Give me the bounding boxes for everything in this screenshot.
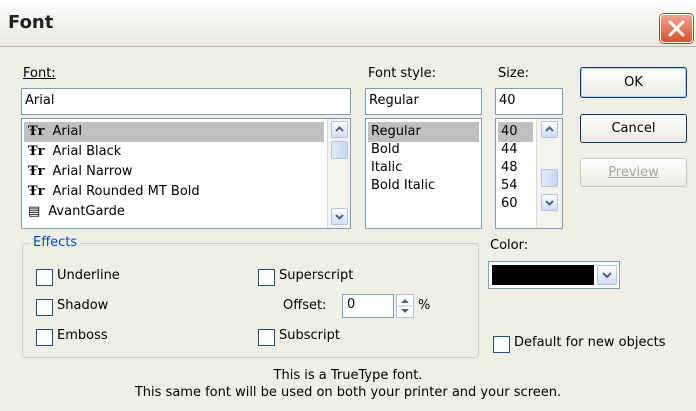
style-list-item[interactable]: Italic — [371, 158, 402, 178]
font-list-item[interactable]: Ŧr Arial — [28, 122, 82, 142]
chevron-up-icon — [545, 126, 554, 132]
window-title: Font — [8, 12, 54, 33]
font-item-label: Arial Black — [52, 144, 122, 159]
close-button[interactable] — [660, 14, 693, 43]
spin-arrows-icon — [398, 299, 412, 313]
font-info-line2: This same font will be used on both your… — [134, 385, 562, 400]
superscript-checkbox[interactable] — [258, 269, 275, 286]
color-dropdown[interactable] — [488, 261, 620, 289]
size-scrollbar[interactable] — [536, 119, 562, 228]
preview-label: Preview — [608, 165, 659, 180]
close-icon — [668, 20, 685, 37]
scroll-thumb[interactable] — [541, 169, 558, 187]
emboss-checkbox[interactable] — [36, 329, 53, 346]
font-listbox[interactable]: Ŧr Arial Ŧr Arial Black Ŧr Arial Narrow Ŧr A… — [21, 118, 351, 229]
scroll-up-button[interactable] — [331, 121, 348, 138]
emboss-label: Emboss — [57, 328, 108, 343]
font-input[interactable]: Arial — [21, 88, 351, 115]
size-list-item[interactable]: 44 — [501, 140, 518, 160]
preview-button[interactable]: Preview — [580, 158, 687, 187]
size-input[interactable]: 40 — [495, 88, 563, 115]
color-label: Color: — [490, 238, 529, 253]
font-label-text: Font: — [23, 66, 56, 81]
color-swatch — [492, 265, 594, 285]
font-info-line1: This is a TrueType font. — [273, 368, 423, 383]
font-style-label: Font style: — [368, 66, 436, 81]
font-style-input[interactable]: Regular — [365, 88, 482, 115]
truetype-icon: Ŧr — [28, 124, 45, 139]
offset-unit: % — [418, 298, 431, 313]
font-list-item[interactable]: Ŧr Arial Black — [28, 142, 121, 162]
effects-group-label: Effects — [30, 235, 81, 250]
ok-button[interactable]: OK — [580, 67, 687, 98]
underline-label: Underline — [57, 268, 120, 283]
subscript-label: Subscript — [279, 328, 340, 343]
scroll-down-button[interactable] — [331, 208, 348, 225]
font-item-label: AvantGarde — [48, 204, 125, 219]
font-scrollbar[interactable] — [327, 119, 350, 228]
shadow-checkbox[interactable] — [36, 299, 53, 316]
font-list-item[interactable]: Ŧr Arial Rounded MT Bold — [28, 182, 200, 202]
font-item-label: Arial Narrow — [52, 164, 133, 179]
font-list-item[interactable]: Ŧr Arial Narrow — [28, 162, 133, 182]
subscript-checkbox[interactable] — [258, 329, 275, 346]
scroll-down-button[interactable] — [541, 194, 558, 211]
font-list-item[interactable]: ▤ AvantGarde — [28, 202, 125, 222]
chevron-down-icon — [335, 214, 344, 220]
printer-font-icon: ▤ — [28, 204, 41, 219]
style-list-item[interactable]: Bold Italic — [371, 176, 435, 196]
size-list-item[interactable]: 48 — [501, 158, 518, 178]
default-checkbox[interactable] — [493, 336, 510, 353]
underline-checkbox[interactable] — [36, 269, 53, 286]
size-listbox[interactable]: 40 44 48 54 60 — [495, 118, 563, 229]
truetype-icon: Ŧr — [28, 144, 45, 159]
chevron-down-icon — [602, 272, 612, 279]
style-list-item[interactable]: Regular — [371, 122, 421, 142]
size-list-item[interactable]: 60 — [501, 194, 518, 214]
scroll-up-button[interactable] — [541, 121, 558, 138]
font-label: Font: — [23, 66, 56, 81]
default-checkbox-label: Default for new objects — [514, 335, 666, 350]
title-bar — [0, 0, 696, 47]
chevron-down-icon — [545, 200, 554, 206]
scroll-thumb[interactable] — [331, 141, 348, 159]
shadow-label: Shadow — [57, 298, 109, 313]
color-dropdown-button[interactable] — [597, 265, 617, 285]
cancel-button[interactable]: Cancel — [580, 114, 687, 143]
offset-spinner[interactable] — [396, 294, 414, 318]
font-item-label: Arial — [52, 124, 82, 139]
size-label: Size: — [498, 66, 530, 81]
size-list-item[interactable]: 40 — [501, 122, 518, 142]
superscript-label: Superscript — [279, 268, 354, 283]
offset-input[interactable]: 0 — [342, 294, 394, 318]
font-style-listbox[interactable]: Regular Bold Italic Bold Italic — [365, 118, 482, 229]
font-item-label: Arial Rounded MT Bold — [52, 184, 200, 199]
truetype-icon: Ŧr — [28, 184, 45, 199]
chevron-up-icon — [335, 126, 344, 132]
truetype-icon: Ŧr — [28, 164, 45, 179]
style-list-item[interactable]: Bold — [371, 140, 400, 160]
offset-label: Offset: — [283, 298, 327, 313]
size-list-item[interactable]: 54 — [501, 176, 518, 196]
